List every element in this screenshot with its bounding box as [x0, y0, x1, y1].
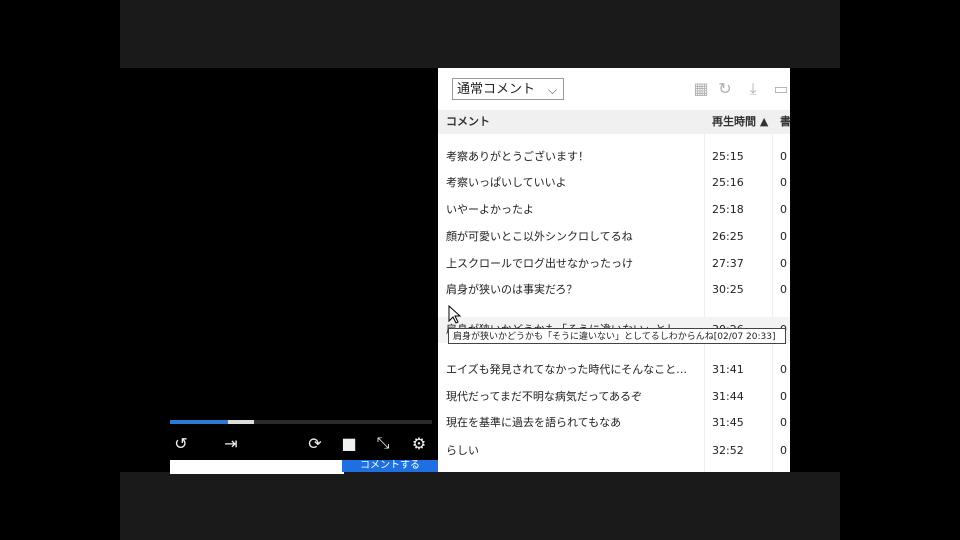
row-time: 32:52 — [712, 444, 744, 457]
row-extra: 0 — [780, 203, 787, 216]
row-time: 25:15 — [712, 150, 744, 163]
comment-submit-button[interactable]: コメントする — [342, 460, 438, 472]
row-time: 30:25 — [712, 283, 744, 296]
row-extra: 0 — [780, 390, 787, 403]
row-extra: 0 — [780, 257, 787, 270]
row-extra: 0 — [780, 416, 787, 429]
row-time: 25:18 — [712, 203, 744, 216]
table-row[interactable]: 顔が可愛いとこ以外シンクロしてるね 26:25 0 — [438, 224, 790, 250]
row-comment: 顔が可愛いとこ以外シンクロしてるね — [446, 230, 633, 243]
column-header-time[interactable]: 再生時間 ▲ — [712, 110, 768, 134]
table-row[interactable]: 現在を基準に過去を語られてもなあ 31:45 0 — [438, 410, 790, 436]
row-comment: 現在を基準に過去を語られてもなあ — [446, 416, 622, 429]
comment-icon[interactable]: ▭ — [772, 80, 790, 98]
column-header-extra[interactable]: 書 — [780, 110, 790, 134]
letterbox-left — [0, 0, 120, 540]
table-header: コメント 再生時間 ▲ 書 — [438, 110, 790, 134]
row-comment: らしい — [446, 444, 479, 457]
row-extra: 0 — [780, 176, 787, 189]
row-extra: 0 — [780, 363, 787, 376]
table-row[interactable]: 考察いっぱいしていいよ 25:16 0 — [438, 170, 790, 196]
row-time: 26:25 — [712, 230, 744, 243]
table-row[interactable]: エイズも発見されてなかった時代にそんなこと… 31:41 0 — [438, 357, 790, 383]
row-comment: エイズも発見されてなかった時代にそんなこと… — [446, 363, 688, 376]
row-comment: 考察ありがとうございます！ — [446, 150, 589, 163]
fullscreen-icon[interactable]: ⤡ — [372, 432, 394, 454]
row-comment: 現代だってまだ不明な病気だってあるぞ — [446, 390, 643, 403]
settings-icon[interactable]: ⚙ — [408, 432, 430, 454]
row-comment: 上スクロールでログ出せなかったっけ — [446, 257, 633, 270]
comment-input[interactable] — [170, 460, 344, 474]
row-extra: 0 — [780, 230, 787, 243]
table-row[interactable]: 上スクロールでログ出せなかったっけ 27:37 0 — [438, 251, 790, 277]
refresh-icon[interactable]: ↻ — [716, 80, 734, 98]
mouse-cursor-icon — [448, 305, 462, 324]
chevron-down-icon: ⌵ — [547, 83, 557, 97]
video-player[interactable]: ↺ ⇥ ⟳ ■ ⤡ ⚙ コメントする — [120, 68, 438, 474]
letterbox-bottom — [120, 472, 840, 540]
row-time: 31:41 — [712, 363, 744, 376]
row-time: 25:16 — [712, 176, 744, 189]
panel-toolbar: 通常コメント ⌵ ▦ ↻ ⤓ ▭ — [438, 68, 790, 108]
comment-bar: コメントする — [170, 460, 438, 474]
comment-toggle-icon[interactable]: ■ — [338, 432, 360, 454]
table-row[interactable] — [438, 134, 790, 142]
row-extra: 0 — [780, 283, 787, 296]
letterbox-right — [840, 0, 960, 540]
comment-filter-value: 通常コメント — [457, 82, 536, 97]
table-row[interactable]: 考察ありがとうございます！ 25:15 0 — [438, 144, 790, 170]
table-row[interactable]: 肩身が狭いのは事実だろ？ 30:25 0 — [438, 277, 790, 303]
rewind-icon[interactable]: ↺ — [170, 432, 192, 454]
seek-bar[interactable] — [170, 420, 432, 424]
row-time: 31:45 — [712, 416, 744, 429]
seek-played — [170, 420, 228, 424]
table-row[interactable]: らしい 32:52 0 — [438, 438, 790, 464]
row-comment: 肩身が狭いのは事実だろ？ — [446, 283, 578, 296]
calendar-icon[interactable]: ▦ — [692, 80, 710, 98]
column-header-comment[interactable]: コメント — [446, 110, 490, 134]
table-row[interactable]: 現代だってまだ不明な病気だってあるぞ 31:44 0 — [438, 384, 790, 410]
player-controls: ↺ ⇥ ⟳ ■ ⤡ ⚙ — [170, 430, 438, 456]
row-time: 27:37 — [712, 257, 744, 270]
comment-tooltip: 肩身が狭いかどうかも「そうに違いない」としてるしわからんね[02/07 20:3… — [448, 328, 786, 344]
loop-icon[interactable]: ⟳ — [304, 432, 326, 454]
seek-buffered — [227, 420, 254, 424]
skip-icon[interactable]: ⇥ — [220, 432, 242, 454]
row-comment: いやーよかったよ — [446, 203, 534, 216]
row-extra: 0 — [780, 150, 787, 163]
letterbox-top — [120, 0, 840, 68]
row-time: 31:44 — [712, 390, 744, 403]
download-icon[interactable]: ⤓ — [744, 80, 762, 98]
row-extra: 0 — [780, 444, 787, 457]
table-row[interactable]: いやーよかったよ 25:18 0 — [438, 197, 790, 223]
row-comment: 考察いっぱいしていいよ — [446, 176, 567, 189]
comment-filter-select[interactable]: 通常コメント ⌵ — [452, 78, 564, 100]
